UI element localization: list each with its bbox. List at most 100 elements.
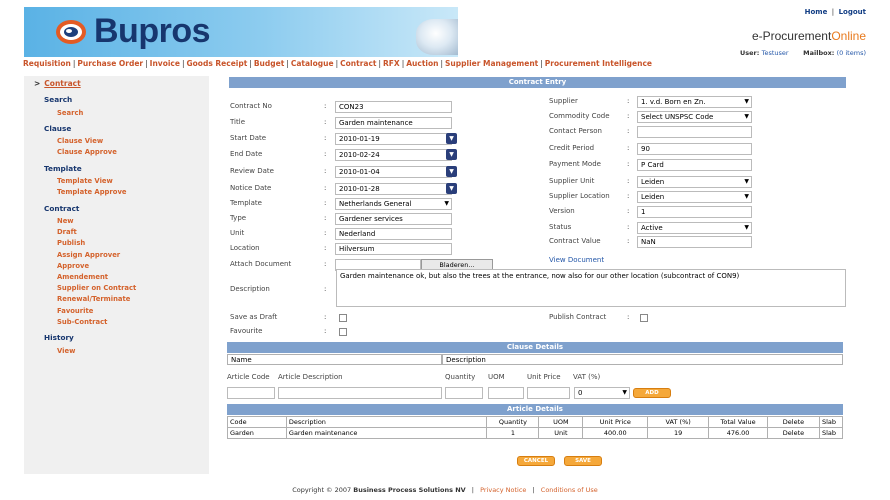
sidebar-item-assign-approver[interactable]: Assign Approver <box>57 251 120 259</box>
privacy-link[interactable]: Privacy Notice <box>480 486 526 494</box>
logout-link[interactable]: Logout <box>839 8 866 16</box>
article-col-header-code: Code <box>227 416 287 428</box>
menu-item-catalogue[interactable]: Catalogue <box>291 59 334 68</box>
end-date-input[interactable]: 2010-02-24 <box>335 149 452 161</box>
field-label-end-date: End Date <box>230 150 263 158</box>
menu-item-auction[interactable]: Auction <box>406 59 438 68</box>
menu-item-supplier-management[interactable]: Supplier Management <box>445 59 538 68</box>
location-input[interactable]: Hilversum <box>335 243 452 255</box>
commodity-code-select[interactable]: Select UNSPSC Code ▼ <box>637 111 752 123</box>
home-link[interactable]: Home <box>805 8 828 16</box>
colon: : <box>627 144 630 152</box>
sidebar-item-search[interactable]: Search <box>57 109 83 117</box>
menu-item-invoice[interactable]: Invoice <box>150 59 180 68</box>
sidebar-item-clause-view[interactable]: Clause View <box>57 137 103 145</box>
sidebar-item-sub-contract[interactable]: Sub-Contract <box>57 318 107 326</box>
calendar-icon[interactable]: ▼ <box>446 166 457 177</box>
article-code-input[interactable] <box>227 387 275 399</box>
sidebar-section-history: History <box>44 333 74 342</box>
main-menu: Requisition | Purchase Order | Invoice | Goods… <box>23 59 652 68</box>
menu-item-goods-receipt[interactable]: Goods Receipt <box>186 59 247 68</box>
colon: : <box>324 199 327 207</box>
field-label-contract-value: Contract Value <box>549 237 601 245</box>
save-button[interactable]: SAVE <box>564 456 602 466</box>
sidebar-item-publish[interactable]: Publish <box>57 239 85 247</box>
add-button[interactable]: ADD <box>633 388 671 398</box>
calendar-icon[interactable]: ▼ <box>446 133 457 144</box>
sidebar-item-template-approve[interactable]: Template Approve <box>57 188 127 196</box>
clause-details-title: Clause Details <box>227 342 843 353</box>
uom-input[interactable] <box>488 387 524 399</box>
sidebar-item-new[interactable]: New <box>57 217 74 225</box>
cancel-button[interactable]: CANCEL <box>517 456 555 466</box>
vat-select[interactable]: 0 ▼ <box>574 387 630 399</box>
conditions-link[interactable]: Conditions of Use <box>541 486 598 494</box>
slab-link[interactable]: Slab <box>818 427 844 439</box>
footer: Copyright © 2007 Business Process Soluti… <box>0 486 890 494</box>
contact-person-input[interactable] <box>637 126 752 138</box>
chevron-down-icon: ▼ <box>744 98 749 105</box>
start-date-input[interactable]: 2010-01-19 <box>335 133 452 145</box>
review-date-input[interactable]: 2010-01-04 <box>335 166 452 178</box>
status-select[interactable]: Active ▼ <box>637 222 752 234</box>
colon: : <box>324 285 327 293</box>
quantity-input[interactable] <box>445 387 483 399</box>
contract-value-input[interactable]: NaN <box>637 236 752 248</box>
colon: : <box>324 102 327 110</box>
credit-period-input[interactable]: 90 <box>637 143 752 155</box>
title-input[interactable]: Garden maintenance <box>335 117 452 129</box>
menu-item-contract[interactable]: Contract <box>340 59 376 68</box>
unit-input[interactable]: Nederland <box>335 228 452 240</box>
article-col-header-total-value: Total Value <box>708 416 769 428</box>
menu-item-purchase-order[interactable]: Purchase Order <box>77 59 143 68</box>
sidebar-current[interactable]: > Contract <box>34 79 81 88</box>
sidebar-item-template-view[interactable]: Template View <box>57 177 113 185</box>
supplier-location-select[interactable]: Leiden ▼ <box>637 191 752 203</box>
colon: : <box>627 223 630 231</box>
publish-contract-checkbox[interactable] <box>640 314 648 322</box>
menu-item-budget[interactable]: Budget <box>254 59 284 68</box>
calendar-icon[interactable]: ▼ <box>446 183 457 194</box>
delete-link[interactable]: Delete <box>767 427 820 439</box>
colon: : <box>324 134 327 142</box>
description-textarea[interactable]: Garden maintenance ok, but also the tree… <box>336 269 846 307</box>
notice-date-input[interactable]: 2010-01-28 <box>335 183 452 195</box>
favourite-checkbox[interactable] <box>339 328 347 336</box>
menu-item-procurement-intelligence[interactable]: Procurement Intelligence <box>545 59 652 68</box>
table-cell: 19 <box>647 427 710 439</box>
sidebar-item-amendement[interactable]: Amendement <box>57 273 108 281</box>
sidebar-item-approve[interactable]: Approve <box>57 262 89 270</box>
product-title: e-ProcurementOnline <box>752 29 866 43</box>
sidebar-item-clause-approve[interactable]: Clause Approve <box>57 148 117 156</box>
view-document-link[interactable]: View Document <box>549 256 604 264</box>
version-input[interactable]: 1 <box>637 206 752 218</box>
colon: : <box>324 244 327 252</box>
sidebar-item-favourite[interactable]: Favourite <box>57 307 93 315</box>
save-as-draft-checkbox[interactable] <box>339 314 347 322</box>
menu-item-requisition[interactable]: Requisition <box>23 59 71 68</box>
template-select-value: Netherlands General <box>339 200 412 208</box>
payment-mode-input[interactable]: P Card <box>637 159 752 171</box>
user-name: Testuser <box>761 49 789 57</box>
unit-price-input[interactable] <box>527 387 570 399</box>
sidebar-section-clause: Clause <box>44 123 72 133</box>
supplier-unit-select[interactable]: Leiden ▼ <box>637 176 752 188</box>
article-col-header-delete: Delete <box>767 416 820 428</box>
template-select[interactable]: Netherlands General ▼ <box>335 198 452 210</box>
field-label-description: Description <box>230 285 270 293</box>
mailbox-link[interactable]: (0 items) <box>837 49 866 57</box>
article-description-input[interactable] <box>278 387 442 399</box>
contract-no-input[interactable]: CON23 <box>335 101 452 113</box>
colon: : <box>324 327 327 335</box>
sidebar-item-draft[interactable]: Draft <box>57 228 77 236</box>
sidebar-item-renewal-terminate[interactable]: Renewal/Terminate <box>57 295 130 303</box>
sidebar-item-supplier-on-contract[interactable]: Supplier on Contract <box>57 284 136 292</box>
field-label-template: Template <box>230 199 262 207</box>
calendar-icon[interactable]: ▼ <box>446 149 457 160</box>
sidebar-item-view[interactable]: View <box>57 347 75 355</box>
type-input[interactable]: Gardener services <box>335 213 452 225</box>
field-label-supplier-location: Supplier Location <box>549 192 610 200</box>
table-row: Garden Garden maintenance 1 Unit 400.00 19 476… <box>227 427 844 439</box>
supplier-select[interactable]: 1. v.d. Born en Zn. ▼ <box>637 96 752 108</box>
menu-item-rfx[interactable]: RFX <box>383 59 400 68</box>
